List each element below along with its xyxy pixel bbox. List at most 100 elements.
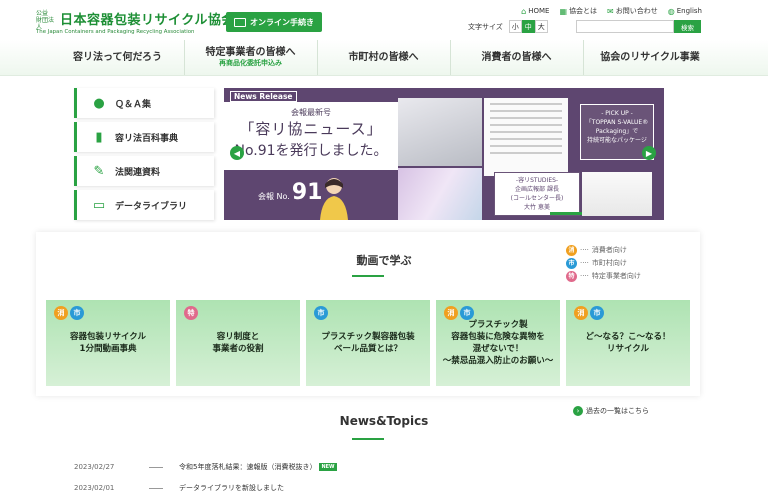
logo-legal-label: 公益 財団法人 bbox=[36, 10, 55, 31]
hero-studies-box: -容リSTUDIES- 企画広報部 課長 (コールセンター長) 大竹 恵美 bbox=[494, 172, 580, 216]
search-button[interactable]: 検索 bbox=[674, 20, 701, 33]
news-item[interactable]: 2023/02/01 データライブラリを新設しました bbox=[74, 483, 284, 493]
side-menu-documents[interactable]: ✎ 法関連資料 bbox=[74, 156, 214, 186]
audience-badges: 市 bbox=[314, 306, 328, 320]
legend-label: 消費者向け bbox=[591, 246, 627, 254]
side-menu-label: Ｑ＆Ａ集 bbox=[115, 99, 152, 110]
site-logo[interactable]: 公益 財団法人 日本容器包装リサイクル協会 The Japan Containe… bbox=[36, 9, 234, 37]
font-size-small-button[interactable]: 小 bbox=[508, 20, 522, 33]
video-card[interactable]: 消市 プラスチック製 容器包装に危険な異物を 混ぜないで！ 〜禁忌品混入防止のお… bbox=[436, 300, 560, 386]
video-title: プラスチック製容器包装 ベール品質とは？ bbox=[321, 332, 415, 354]
news-divider bbox=[149, 487, 163, 489]
hero-document-preview bbox=[484, 98, 568, 176]
top-link-label: English bbox=[676, 7, 702, 15]
news-release-tag: News Release bbox=[230, 91, 297, 102]
side-menu-data-library[interactable]: ▭ データライブラリ bbox=[74, 190, 214, 220]
audience-badges: 消市 bbox=[574, 306, 604, 320]
municipality-badge: 市 bbox=[460, 306, 474, 320]
building-icon: ▦ bbox=[559, 6, 568, 16]
new-badge: NEW bbox=[319, 463, 337, 471]
side-menu-encyclopedia[interactable]: ▮ 容リ法百科事典 bbox=[74, 122, 214, 152]
book-icon: ▮ bbox=[95, 129, 103, 145]
top-link-label: 協会とは bbox=[569, 7, 598, 15]
video-title: プラスチック製 容器包装に危険な異物を 混ぜないで！ 〜禁忌品混入防止のお願い〜 bbox=[442, 320, 554, 366]
hero-photo-packages bbox=[398, 168, 482, 220]
audience-legend: 消 ···· 消費者向け 市 ···· 市町村向け 特 ···· 特定事業者向け bbox=[566, 244, 641, 283]
home-icon: ⌂ bbox=[521, 6, 527, 16]
video-card[interactable]: 特 容リ制度と 事業者の役割 bbox=[176, 300, 300, 386]
carousel-indicator[interactable] bbox=[550, 212, 582, 215]
top-links: ⌂ HOME ▦ 協会とは ✉ お問い合わせ ◍ English bbox=[521, 6, 702, 16]
legend-consumer: 消 ···· 消費者向け bbox=[566, 244, 641, 257]
news-text: 令和5年度落札結果：速報版（消費税抜き） bbox=[179, 463, 317, 471]
carousel-prev-button[interactable]: ◀ bbox=[230, 146, 244, 160]
video-title-underline bbox=[352, 275, 384, 277]
side-menu-label: データライブラリ bbox=[115, 201, 188, 212]
hero-photo-sink bbox=[398, 98, 482, 166]
gnav-businesses[interactable]: 特定事業者の皆様へ 再商品化委託申込み bbox=[185, 40, 318, 75]
mail-icon: ✉ bbox=[607, 6, 614, 16]
video-card[interactable]: 消市 容器包装リサイクル 1分間動画事典 bbox=[46, 300, 170, 386]
side-menu-label: 容リ法百科事典 bbox=[115, 133, 179, 144]
font-size-medium-button[interactable]: 中 bbox=[521, 20, 535, 33]
hero-portrait bbox=[582, 172, 652, 216]
global-nav: 容リ法って何だろう 特定事業者の皆様へ 再商品化委託申込み 市町村の皆様へ 消費者… bbox=[0, 40, 768, 76]
gnav-label: 協会のリサイクル事業 bbox=[600, 52, 700, 63]
video-title: 容器包装リサイクル 1分間動画事典 bbox=[69, 332, 147, 354]
news-text: データライブラリを新設しました bbox=[179, 484, 284, 492]
video-title: 容リ制度と 事業者の役割 bbox=[212, 332, 264, 354]
news-divider bbox=[149, 466, 163, 468]
legend-municipality: 市 ···· 市町村向け bbox=[566, 257, 641, 270]
news-date: 2023/02/27 bbox=[74, 463, 115, 471]
box-icon: ▭ bbox=[92, 197, 106, 213]
video-title: ど〜なる？こ〜なる！ リサイクル bbox=[585, 332, 671, 354]
audience-badges: 消市 bbox=[444, 306, 474, 320]
monitor-icon bbox=[234, 17, 246, 27]
video-card[interactable]: 市 プラスチック製容器包装 ベール品質とは？ bbox=[306, 300, 430, 386]
hero-issue-number: 会報 No.91 bbox=[258, 180, 322, 205]
consumer-badge: 消 bbox=[444, 306, 458, 320]
carousel-next-button[interactable]: ▶ bbox=[642, 146, 656, 160]
top-link-about[interactable]: ▦ 協会とは bbox=[559, 6, 597, 16]
hero-number-prefix: 会報 No. bbox=[258, 192, 290, 201]
news-date: 2023/02/01 bbox=[74, 484, 115, 492]
gnav-label: 消費者の皆様へ bbox=[481, 52, 552, 63]
top-link-contact[interactable]: ✉ お問い合わせ bbox=[607, 6, 658, 16]
gnav-about-law[interactable]: 容リ法って何だろう bbox=[52, 40, 185, 75]
hero-carousel[interactable]: News Release 会報最新号 「容リ協ニュース」 No.91を発行しまし… bbox=[224, 88, 664, 220]
gnav-label: 市町村の皆様へ bbox=[348, 52, 419, 63]
municipality-badge: 市 bbox=[314, 306, 328, 320]
consumer-badge: 消 bbox=[54, 306, 68, 320]
legend-label: 市町村向け bbox=[591, 259, 627, 267]
site-header: 公益 財団法人 日本容器包装リサイクル協会 The Japan Containe… bbox=[0, 0, 768, 44]
news-item[interactable]: 2023/02/27 令和5年度落札結果：速報版（消費税抜き） NEW bbox=[74, 462, 337, 472]
gnav-consumers[interactable]: 消費者の皆様へ bbox=[451, 40, 584, 75]
online-procedure-label: オンライン手続き bbox=[250, 17, 314, 27]
logo-english: The Japan Containers and Packaging Recyc… bbox=[36, 29, 195, 35]
search-input[interactable] bbox=[576, 20, 674, 33]
legend-label: 特定事業者向け bbox=[591, 272, 641, 280]
hero-line3: No.91を発行しました。 bbox=[234, 143, 388, 159]
gnav-municipalities[interactable]: 市町村の皆様へ bbox=[318, 40, 451, 75]
side-menu-qa[interactable]: ● Ｑ＆Ａ集 bbox=[74, 88, 214, 118]
video-list: 消市 容器包装リサイクル 1分間動画事典 特 容リ制度と 事業者の役割 市 プラ… bbox=[46, 300, 690, 386]
gnav-label: 容リ法って何だろう bbox=[73, 52, 162, 63]
globe-icon: ◍ bbox=[667, 6, 675, 16]
consumer-badge: 消 bbox=[566, 245, 577, 256]
video-section-title: 動画で学ぶ bbox=[356, 254, 412, 267]
font-size-large-button[interactable]: 大 bbox=[534, 20, 548, 33]
gnav-sublabel: 再商品化委託申込み bbox=[219, 58, 282, 67]
municipality-badge: 市 bbox=[566, 258, 577, 269]
online-procedure-button[interactable]: オンライン手続き bbox=[226, 12, 322, 32]
top-link-home[interactable]: ⌂ HOME bbox=[521, 6, 549, 16]
news-title-underline bbox=[352, 438, 384, 440]
video-card[interactable]: 消市 ど〜なる？こ〜なる！ リサイクル bbox=[566, 300, 690, 386]
chat-icon: ● bbox=[93, 95, 105, 111]
business-badge: 特 bbox=[184, 306, 198, 320]
top-link-english[interactable]: ◍ English bbox=[668, 6, 702, 16]
gnav-recycling-business[interactable]: 協会のリサイクル事業 bbox=[584, 40, 717, 75]
hero-line1: 会報最新号 bbox=[291, 108, 331, 117]
audience-badges: 特 bbox=[184, 306, 198, 320]
edit-icon: ✎ bbox=[93, 163, 105, 179]
news-section-title: News&Topics bbox=[339, 414, 429, 428]
